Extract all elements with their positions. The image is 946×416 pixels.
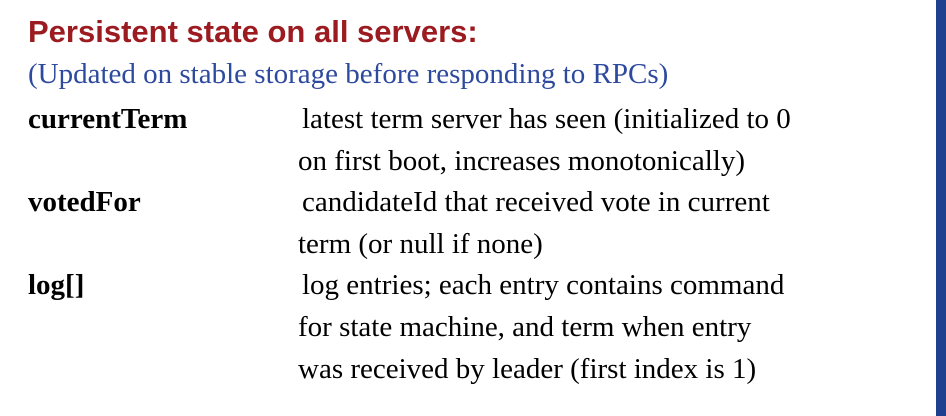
field-description: candidateId that received vote in curren…	[298, 181, 908, 265]
field-name: currentTerm	[28, 103, 188, 135]
description-line: on first boot, increases monotonically)	[298, 145, 745, 177]
description-line: was received by leader (first index is 1…	[298, 353, 757, 385]
description-line: candidateId that received vote in curren…	[302, 186, 770, 218]
description-line: for state machine, and term when entry	[298, 311, 752, 343]
persistent-state-panel: Persistent state on all servers: (Update…	[0, 0, 946, 416]
panel-heading: Persistent state on all servers:	[28, 14, 478, 49]
field-name: votedFor	[28, 186, 141, 218]
field-name: log[]	[28, 269, 85, 301]
field-description: latest term server has seen (initialized…	[298, 98, 908, 182]
panel-right-border	[936, 0, 946, 416]
description-line: log entries; each entry contains command	[302, 269, 785, 301]
panel-subheading: (Updated on stable storage before respon…	[28, 58, 669, 90]
field-description: log entries; each entry contains command…	[298, 264, 908, 390]
description-line: term (or null if none)	[298, 228, 543, 260]
description-line: latest term server has seen (initialized…	[302, 103, 791, 135]
